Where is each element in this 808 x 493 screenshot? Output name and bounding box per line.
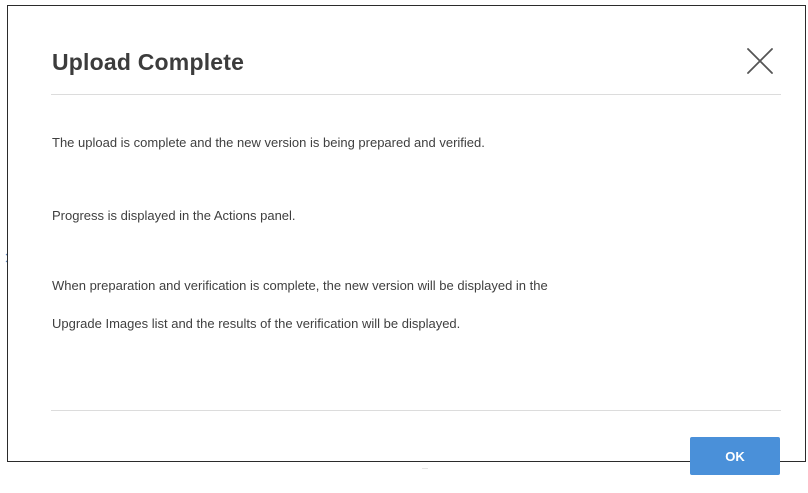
dialog-title: Upload Complete (52, 49, 245, 75)
footer-artifact (422, 468, 428, 469)
upload-status-text: The upload is complete and the new versi… (52, 135, 485, 150)
ok-button[interactable]: OK (690, 437, 780, 475)
close-icon (747, 48, 773, 74)
close-button[interactable] (744, 45, 776, 77)
footer-divider (51, 410, 781, 411)
progress-info-text: Progress is displayed in the Actions pan… (52, 208, 296, 223)
completion-info-text-line-1: When preparation and verification is com… (52, 278, 548, 293)
completion-info-text-line-2: Upgrade Images list and the results of t… (52, 316, 461, 331)
header-divider (51, 94, 781, 95)
upload-complete-dialog: Upload Complete The upload is complete a… (7, 5, 806, 475)
